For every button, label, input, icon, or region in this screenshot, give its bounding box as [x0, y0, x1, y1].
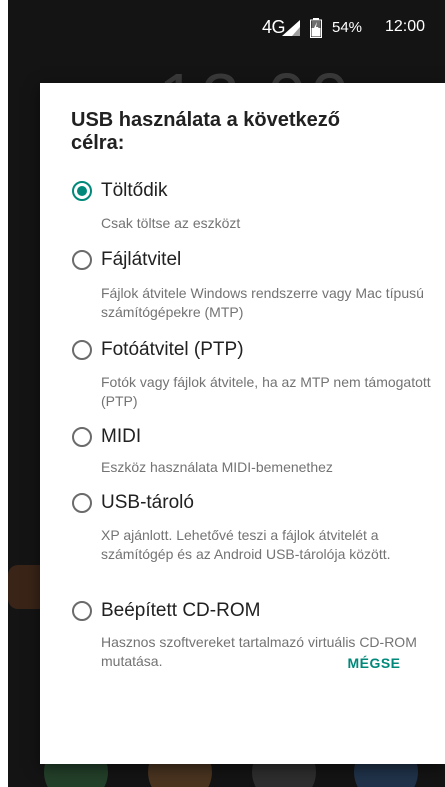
signal-icon [282, 20, 300, 36]
cancel-button[interactable]: MÉGSE [334, 648, 414, 678]
option-label: USB-tároló [101, 492, 194, 513]
status-bar: 4G 54% 12:00 [8, 0, 445, 50]
option-label: Fotóátvitel (PTP) [101, 339, 244, 360]
status-time: 12:00 [385, 18, 426, 35]
option-description: XP ajánlott. Lehetővé teszi a fájlok átv… [101, 527, 391, 562]
option-label: Töltődik [101, 180, 168, 201]
option-label: Beépített CD-ROM [101, 600, 261, 621]
battery-percent: 54% [332, 19, 363, 36]
radio-unchecked-icon[interactable] [72, 601, 92, 621]
usb-mode-dialog: USB használata a következő célra: Töltőd… [40, 83, 445, 764]
dialog-title: USB használata a következő célra: [71, 109, 340, 154]
radio-unchecked-icon[interactable] [72, 493, 92, 513]
option-description: Eszköz használata MIDI-bemenethez [101, 459, 333, 475]
radio-unchecked-icon[interactable] [72, 427, 92, 447]
radio-unchecked-icon[interactable] [72, 250, 92, 270]
battery-icon [310, 18, 322, 38]
phone-screen: 4G 54% 12:00 12:00 USB használata a köve… [8, 0, 445, 787]
option-description: Fájlok átvitele Windows rendszerre vagy … [101, 285, 424, 320]
radio-checked-icon[interactable] [72, 181, 92, 201]
option-label: Fájlátvitel [101, 249, 182, 270]
option-description: Csak töltse az eszközt [101, 215, 241, 231]
option-description: Fotók vagy fájlok átvitele, ha az MTP ne… [101, 374, 431, 409]
option-label: MIDI [101, 426, 142, 447]
radio-unchecked-icon[interactable] [72, 340, 92, 360]
